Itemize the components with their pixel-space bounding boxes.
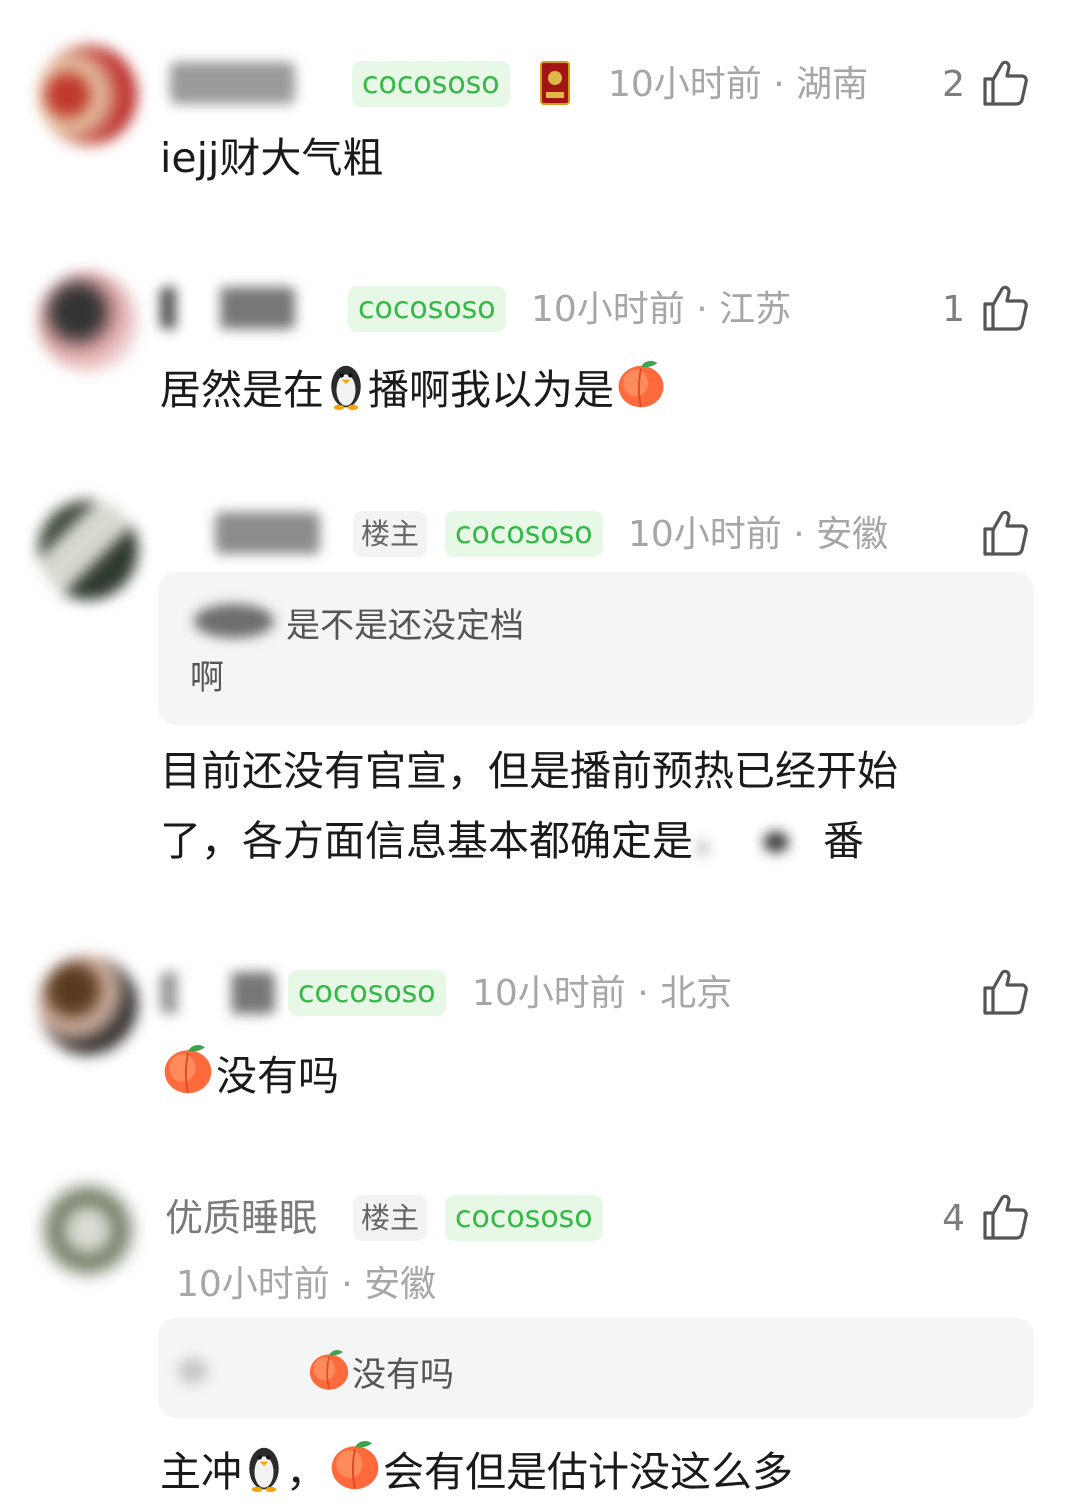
comment-content: 居然是在 播啊我以为是 (160, 356, 668, 416)
comment-meta: 10小时前 · 湖南 (608, 62, 868, 108)
avatar[interactable] (38, 955, 138, 1055)
content-text: 了，各方面信息基本都确定是 (160, 817, 693, 865)
content-text: 主冲 (160, 1448, 242, 1496)
comment-region: 安徽 (816, 514, 889, 555)
avatar[interactable] (38, 272, 138, 372)
content-text: 番 (823, 817, 864, 865)
comment-meta: 10小时前 · 安徽 (176, 1262, 436, 1308)
quoted-text-body: 没有吗 (352, 1355, 454, 1395)
comment-region: 江苏 (719, 289, 792, 330)
username-blurred[interactable] (215, 512, 320, 554)
avatar[interactable] (38, 45, 138, 145)
like-icon[interactable] (980, 283, 1030, 333)
content-text: ， (286, 1448, 327, 1496)
penguin-emoji (242, 1440, 286, 1492)
peach-emoji (614, 356, 668, 410)
username-blurred[interactable] (160, 287, 295, 329)
content-text: 居然是在 (160, 366, 324, 414)
user-badge: cocososo (288, 970, 446, 1016)
quoted-text: 啊 (190, 658, 224, 698)
quoted-username-blurred (178, 1358, 208, 1384)
user-badge: cocososo (445, 1195, 603, 1241)
comment-region: 湖南 (796, 64, 869, 105)
like-icon[interactable] (980, 1192, 1030, 1242)
avatar[interactable] (38, 500, 138, 600)
comment-time: 10小时前 (531, 289, 685, 330)
comment-region: 安徽 (364, 1264, 437, 1305)
penguin-emoji (324, 358, 368, 410)
comment-meta: 10小时前 · 安徽 (628, 512, 888, 558)
peach-emoji (327, 1436, 383, 1492)
quoted-reply[interactable]: 是不是还没定档 啊 (158, 572, 1034, 725)
quoted-text: 没有吗 (306, 1346, 454, 1397)
op-badge: 楼主 (353, 511, 428, 557)
like-icon[interactable] (980, 58, 1030, 108)
username[interactable]: 优质睡眠 (165, 1193, 317, 1243)
comment-meta: 10小时前 · 北京 (472, 971, 732, 1017)
username-blurred[interactable] (160, 972, 275, 1014)
user-badge: cocososo (445, 511, 603, 557)
red-medal-badge-icon (540, 61, 570, 105)
comment-time: 10小时前 (176, 1264, 330, 1305)
comment-content: 没有吗 (160, 1040, 339, 1102)
quoted-reply[interactable]: 没有吗 (158, 1318, 1034, 1418)
quoted-text: 是不是还没定档 (286, 606, 524, 646)
user-badge: cocososo (352, 61, 510, 107)
like-count: 1 (942, 289, 965, 330)
content-text: 没有吗 (216, 1052, 339, 1100)
content-text: 会有但是估计没这么多 (383, 1448, 793, 1496)
meta-separator: · (773, 64, 797, 105)
like-icon[interactable] (980, 967, 1030, 1017)
username-blurred[interactable] (170, 62, 295, 104)
avatar[interactable] (38, 1180, 138, 1280)
like-count: 4 (942, 1198, 965, 1239)
comment-time: 10小时前 (608, 64, 762, 105)
content-text: 播啊我以为是 (368, 366, 614, 414)
meta-separator: · (637, 973, 661, 1014)
comment-region: 北京 (660, 973, 733, 1014)
blurred-title (693, 821, 823, 861)
comment-time: 10小时前 (628, 514, 782, 555)
meta-separator: · (341, 1264, 365, 1305)
like-count: 2 (942, 64, 965, 105)
like-icon[interactable] (980, 508, 1030, 558)
meta-separator: · (696, 289, 720, 330)
user-badge: cocososo (348, 286, 506, 332)
op-badge: 楼主 (353, 1195, 428, 1241)
comment-content: iejj财大气粗 (160, 134, 384, 182)
comment-time: 10小时前 (472, 973, 626, 1014)
peach-emoji (160, 1040, 216, 1096)
peach-emoji (306, 1346, 352, 1392)
comment-content: 主冲 ， 会有但是估计没这么多 (160, 1436, 793, 1498)
comment-content: 目前还没有官宣，但是播前预热已经开始 (160, 747, 898, 795)
comment-meta: 10小时前 · 江苏 (531, 287, 791, 333)
meta-separator: · (793, 514, 817, 555)
comment-content: 了，各方面信息基本都确定是 番 (160, 815, 864, 867)
quoted-username-blurred (194, 604, 274, 638)
